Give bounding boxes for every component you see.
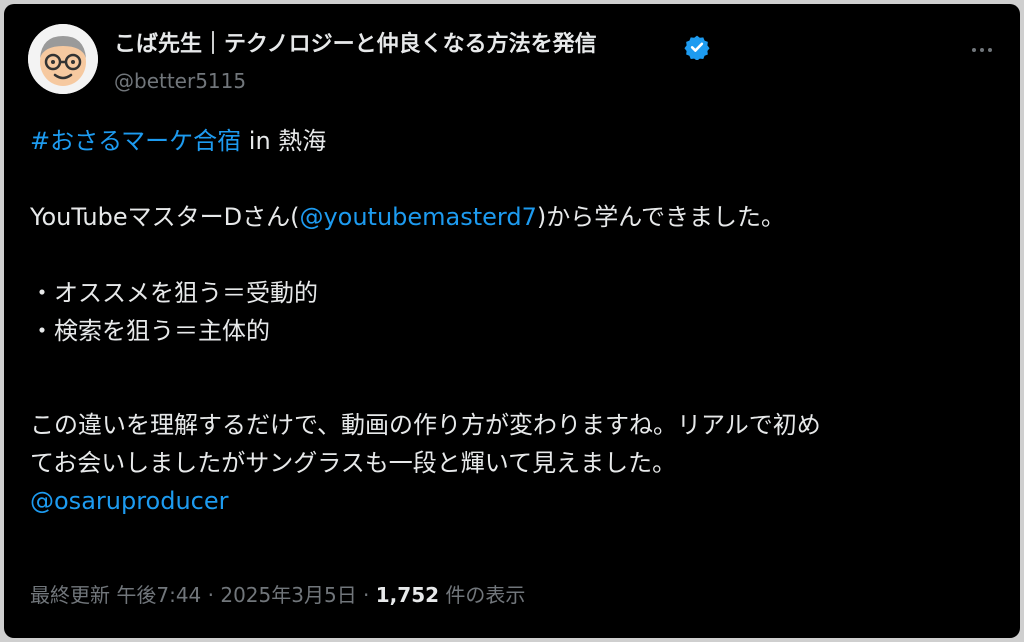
location-text: in 熱海 — [241, 127, 327, 155]
hashtag-link[interactable]: #おさるマーケ合宿 — [30, 127, 241, 155]
mention-link-youtubemasterd7[interactable]: @youtubemasterd7 — [299, 203, 536, 231]
bullet-item-2: ・検索を狙う＝主体的 — [30, 317, 270, 345]
tweet-line-hashtag: #おさるマーケ合宿 in 熱海 — [30, 122, 1000, 160]
paragraph-line-1: この違いを理解するだけで、動画の作り方が変わりますね。リアルで初め — [30, 411, 821, 439]
tweet-meta: 最終更新 午後7:44 · 2025年3月5日 · 1,752 件の表示 — [30, 581, 525, 609]
paragraph-line-2: てお会いしましたがサングラスも一段と輝いて見えました。 — [30, 449, 677, 477]
timestamp-text[interactable]: 最終更新 午後7:44 · 2025年3月5日 · — [30, 583, 376, 607]
author-display-name[interactable]: こば先生｜テクノロジーと仲良くなる方法を発信 — [114, 30, 597, 60]
avatar[interactable] — [28, 24, 98, 94]
views-label: 件の表示 — [439, 583, 526, 607]
mention-suffix-text: )から学んできました。 — [536, 203, 786, 231]
more-options-icon[interactable] — [964, 32, 1000, 68]
tweet-line-mention: YouTubeマスターDさん(@youtubemasterd7)から学んできまし… — [30, 198, 1000, 236]
tweet-body: #おさるマーケ合宿 in 熱海 YouTubeマスターDさん(@youtubem… — [30, 122, 1000, 520]
bullet-item-1: ・オススメを狙う＝受動的 — [30, 279, 318, 307]
tweet-card: こば先生｜テクノロジーと仲良くなる方法を発信 @better5115 #おさるマ… — [4, 4, 1020, 638]
views-count: 1,752 — [375, 583, 440, 607]
mention-link-osaruproducer[interactable]: @osaruproducer — [30, 487, 229, 515]
author-handle[interactable]: @better5115 — [114, 68, 246, 94]
mention-prefix-text: YouTubeマスターDさん( — [30, 203, 300, 231]
verified-badge-icon — [684, 35, 710, 60]
avatar-illustration — [28, 24, 98, 94]
